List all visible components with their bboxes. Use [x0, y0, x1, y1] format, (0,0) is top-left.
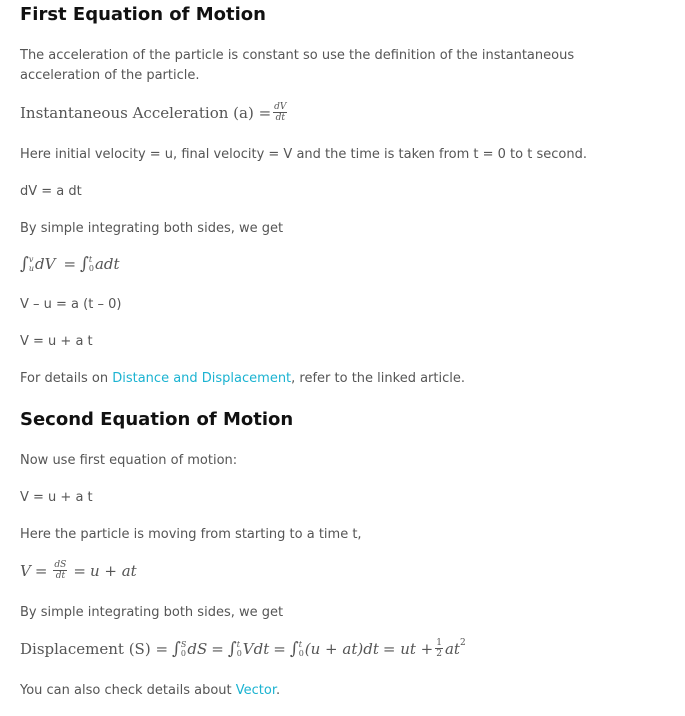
equation-instantaneous-acceleration: Instantaneous Acceleration (a) = dV dt [20, 102, 289, 123]
fraction-dv-dt: dV dt [273, 102, 288, 123]
integral-body: (u + at)dt [304, 639, 379, 658]
fraction-denominator: dt [55, 571, 66, 581]
integral-lhs: ∫ v u [20, 254, 34, 274]
details-suffix: , refer to the linked article. [291, 371, 465, 386]
vector-link[interactable]: Vector [236, 683, 276, 698]
equation-label: Displacement (S) = [20, 639, 169, 658]
equation-label: Instantaneous Acceleration (a) = [20, 103, 272, 122]
integral-1: ∫ S 0 [172, 639, 186, 659]
integral-3: ∫ t 0 [290, 639, 304, 659]
lower-limit: 0 [236, 648, 242, 658]
here-paragraph: Here initial velocity = u, final velocit… [20, 147, 587, 162]
v-equals-line: V = u + a t [20, 334, 93, 349]
velocity-rhs: u + at [89, 561, 137, 580]
v-minus-u-line: V – u = a (t – 0) [20, 297, 122, 312]
equation-integral-velocity: ∫ v u dV = ∫ t 0 adt [20, 254, 120, 274]
integral-body: Vdt [242, 639, 270, 658]
displacement-result: = ut + [382, 639, 434, 658]
equation-velocity-ds-dt: V = dS dt = u + at [20, 560, 137, 581]
fraction-ds-dt: dS dt [53, 560, 68, 581]
lower-limit: u [28, 264, 35, 273]
also-prefix: You can also check details about [20, 683, 236, 698]
distance-displacement-link[interactable]: Distance and Displacement [112, 371, 291, 386]
section-heading-first-equation: First Equation of Motion [20, 4, 266, 25]
integral-body: adt [94, 255, 120, 273]
upper-limit: t [298, 639, 302, 649]
upper-limit: S [180, 639, 187, 649]
integral-sign: ∫ [20, 254, 29, 274]
integral-body: dV [35, 255, 56, 273]
integral-limits: v u [29, 255, 34, 273]
fraction-denominator: dt [275, 113, 285, 123]
integral-limits: t 0 [299, 640, 304, 658]
integral-limits: S 0 [181, 640, 186, 658]
dv-line: dV = a dt [20, 184, 82, 199]
integral-limits: t 0 [89, 255, 94, 273]
intro-paragraph: The acceleration of the particle is cons… [20, 48, 575, 83]
upper-limit: v [28, 255, 34, 264]
exponent: 2 [459, 637, 466, 648]
integral-body: dS [187, 639, 208, 658]
equals-sign: = [73, 561, 86, 580]
integral-2: ∫ t 0 [228, 639, 242, 659]
integrating-paragraph: By simple integrating both sides, we get [20, 221, 284, 236]
lower-limit: 0 [88, 264, 94, 273]
section-heading-second-equation: Second Equation of Motion [20, 409, 294, 430]
fraction-denominator: 2 [436, 649, 442, 659]
fraction-numerator: dS [53, 560, 68, 571]
integral-sign: ∫ [289, 638, 299, 659]
upper-limit: t [88, 255, 93, 264]
now-paragraph: Now use first equation of motion: [20, 453, 238, 468]
integral-limits: t 0 [237, 640, 242, 658]
equals-sign: = [63, 255, 77, 273]
velocity-symbol: V [20, 561, 31, 580]
integral-sign: ∫ [227, 638, 237, 659]
equals-sign: = [34, 561, 48, 580]
also-suffix: . [275, 683, 281, 698]
lower-limit: 0 [298, 648, 304, 658]
integral-sign: ∫ [80, 254, 89, 274]
also-paragraph: You can also check details about Vector. [20, 681, 280, 701]
details-paragraph: For details on Distance and Displacement… [20, 369, 465, 389]
equation-displacement: Displacement (S) = ∫ S 0 dS = ∫ t 0 Vdt … [20, 637, 466, 660]
displacement-tail: at [444, 639, 460, 658]
lower-limit: 0 [180, 648, 186, 658]
integrating-paragraph-2: By simple integrating both sides, we get [20, 605, 284, 620]
fraction-one-half: 1 2 [435, 638, 443, 659]
v-equals-line-2: V = u + a t [20, 490, 93, 505]
integral-sign: ∫ [172, 638, 181, 659]
fraction-numerator: dV [273, 102, 288, 113]
article-content: First Equation of Motion The acceleratio… [0, 0, 685, 716]
upper-limit: t [236, 639, 240, 649]
here-paragraph-2: Here the particle is moving from startin… [20, 527, 362, 542]
integral-rhs: ∫ t 0 [80, 254, 94, 274]
fraction-numerator: 1 [435, 638, 443, 649]
details-prefix: For details on [20, 371, 113, 386]
